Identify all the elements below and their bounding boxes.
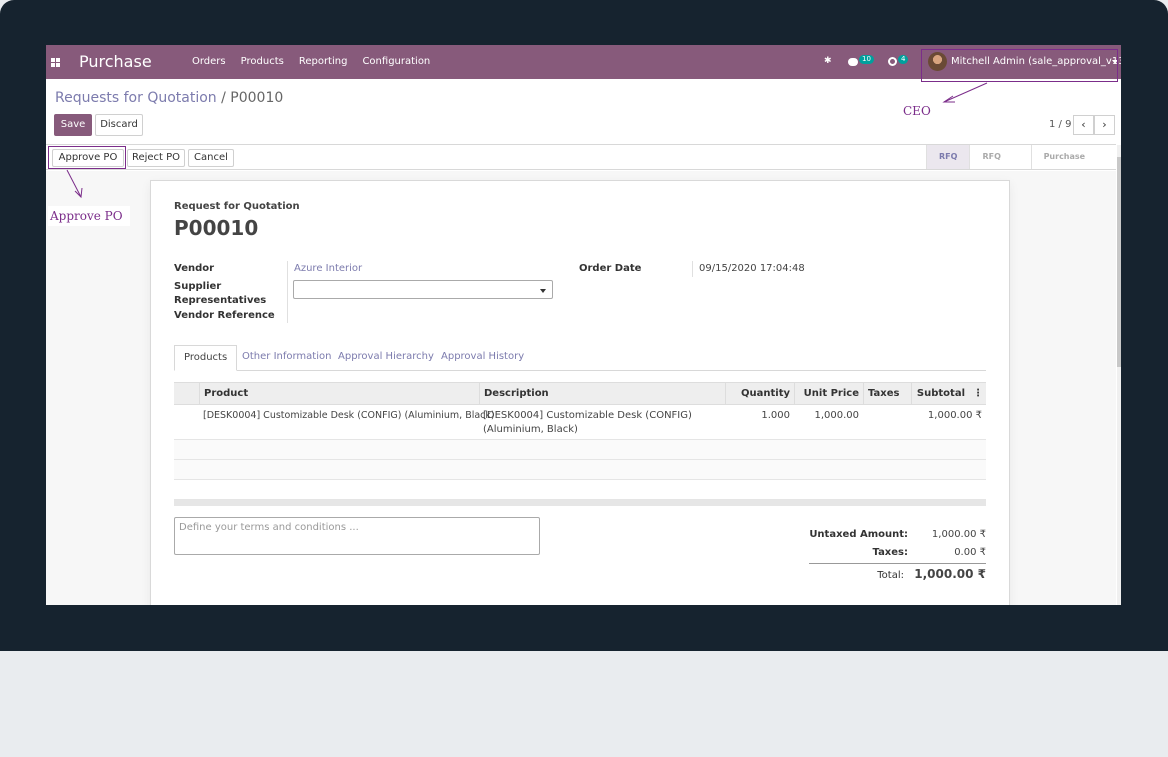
- monitor-stand: [0, 651, 1168, 757]
- ceo-annotation: CEO: [903, 104, 931, 118]
- approve-annotation: Approve PO: [50, 209, 123, 223]
- app-screen: Purchase Orders Products Reporting Confi…: [46, 45, 1121, 605]
- annotation-arrows: [66, 82, 988, 199]
